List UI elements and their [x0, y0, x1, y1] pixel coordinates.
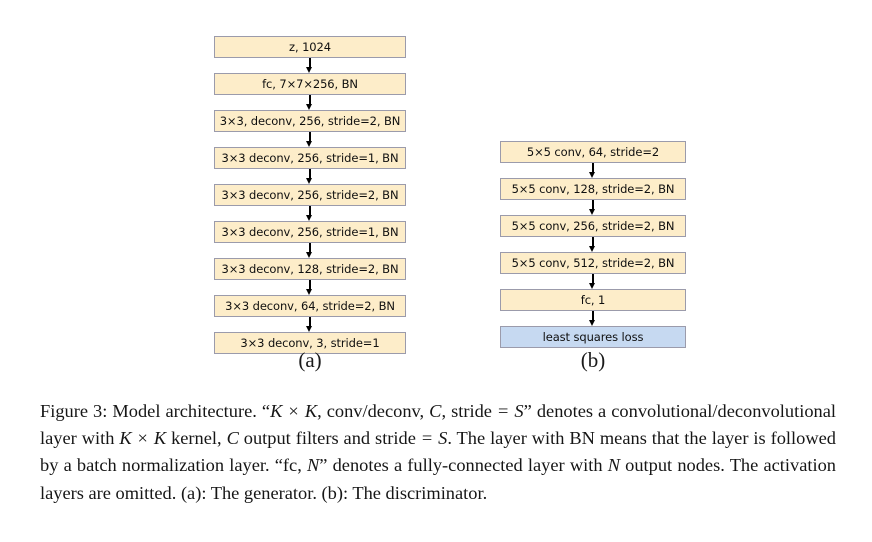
caption-math-operator: =: [498, 401, 514, 421]
arrow-head-icon: [306, 141, 313, 147]
caption-text: , conv/deconv,: [317, 401, 430, 421]
caption-math-variable: S: [514, 401, 524, 421]
discriminator-layer-arrow: [500, 237, 686, 252]
caption-math-variable: C: [226, 428, 239, 449]
caption-text: ” denotes a fully-connected layer with: [319, 455, 608, 476]
discriminator-layer-node: 5×5 conv, 128, stride=2, BN: [500, 178, 686, 200]
caption-math-operator: ×: [132, 428, 153, 449]
discriminator-layer-node: 5×5 conv, 256, stride=2, BN: [500, 215, 686, 237]
caption-text: Model architecture. “: [107, 401, 271, 421]
discriminator-layer-node: 5×5 conv, 512, stride=2, BN: [500, 252, 686, 274]
generator-layer-node: 3×3, deconv, 256, stride=2, BN: [214, 110, 406, 132]
arrow-head-icon: [306, 326, 313, 332]
arrow-head-icon: [306, 67, 313, 73]
generator-layer-node: z, 1024: [214, 36, 406, 58]
discriminator-layer-arrow: [500, 274, 686, 289]
arrow-head-icon: [306, 104, 313, 110]
figure-caption: Figure 3: Model architecture. “K × K, co…: [40, 398, 836, 507]
arrow-head-icon: [589, 320, 596, 326]
arrow-head-icon: [306, 215, 313, 221]
generator-layer-node: fc, 7×7×256, BN: [214, 73, 406, 95]
discriminator-layer-arrow: [500, 163, 686, 178]
caption-math-variable: K: [270, 401, 283, 421]
caption-math-operator: =: [421, 428, 438, 449]
arrow-head-icon: [589, 172, 596, 178]
figure-diagram: z, 1024 fc, 7×7×256, BN 3×3, deconv, 256, …: [0, 0, 872, 390]
arrow-head-icon: [306, 289, 313, 295]
generator-layer-arrow: [214, 132, 406, 147]
generator-layer-node: 3×3 deconv, 256, stride=1, BN: [214, 221, 406, 243]
generator-layer-arrow: [214, 169, 406, 184]
discriminator-layer-node: fc, 1: [500, 289, 686, 311]
arrow-head-icon: [589, 209, 596, 215]
generator-layer-arrow: [214, 280, 406, 295]
caption-math-variable: K: [119, 428, 132, 449]
caption-math-variable: N: [306, 455, 320, 476]
generator-layer-node: 3×3 deconv, 256, stride=2, BN: [214, 184, 406, 206]
subfigure-label-b: (b): [580, 348, 606, 372]
arrow-head-icon: [589, 283, 596, 289]
discriminator-layer-arrow: [500, 200, 686, 215]
caption-math-variable: K: [153, 428, 167, 449]
caption-text: output filters and stride: [238, 428, 421, 449]
caption-math-operator: ×: [283, 401, 304, 421]
arrow-head-icon: [306, 252, 313, 258]
caption-math-variable: C: [429, 401, 442, 421]
generator-layer-node: 3×3 deconv, 256, stride=1, BN: [214, 147, 406, 169]
discriminator-layer-arrow: [500, 311, 686, 326]
discriminator-architecture-column: 5×5 conv, 64, stride=2 5×5 conv, 128, str…: [500, 141, 686, 348]
discriminator-layer-node: 5×5 conv, 64, stride=2: [500, 141, 686, 163]
generator-layer-arrow: [214, 95, 406, 110]
subfigure-label-a: (a): [298, 348, 322, 372]
caption-text: , stride: [441, 401, 497, 421]
generator-layer-arrow: [214, 206, 406, 221]
generator-layer-node: 3×3 deconv, 64, stride=2, BN: [214, 295, 406, 317]
generator-layer-node: 3×3 deconv, 128, stride=2, BN: [214, 258, 406, 280]
discriminator-layer-node: least squares loss: [500, 326, 686, 348]
generator-layer-arrow: [214, 58, 406, 73]
arrow-head-icon: [589, 246, 596, 252]
caption-text: Figure 3:: [40, 401, 108, 421]
caption-math-variable: N: [607, 455, 620, 476]
generator-layer-arrow: [214, 317, 406, 332]
generator-architecture-column: z, 1024 fc, 7×7×256, BN 3×3, deconv, 256, …: [214, 36, 406, 354]
generator-layer-arrow: [214, 243, 406, 258]
caption-math-variable: S: [438, 428, 448, 449]
caption-math-variable: K: [304, 401, 318, 421]
caption-text: kernel,: [166, 428, 227, 449]
arrow-head-icon: [306, 178, 313, 184]
